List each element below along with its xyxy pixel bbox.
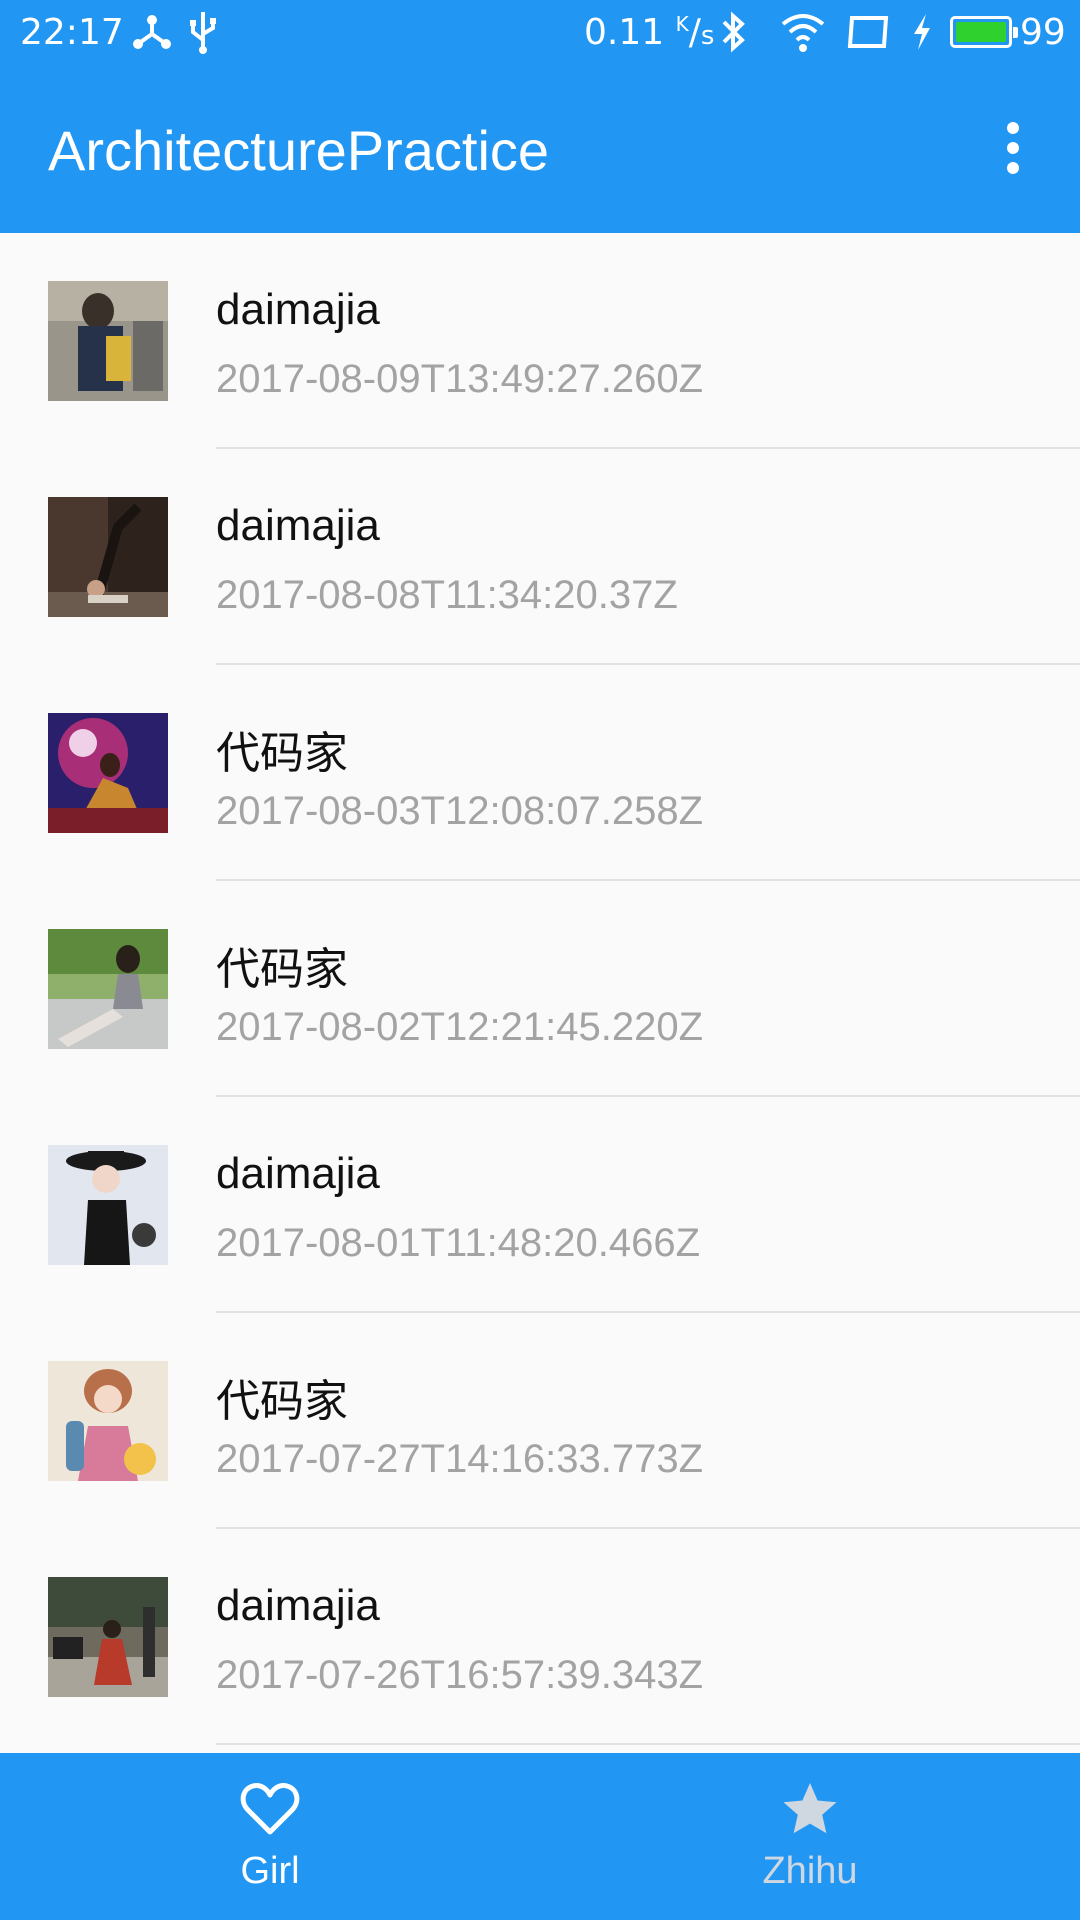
item-date: 2017-08-02T12:21:45.220Z [216, 1005, 704, 1049]
bluetooth-icon [718, 10, 748, 63]
charging-icon [910, 10, 934, 63]
tab-zhihu-label: Zhihu [762, 1850, 858, 1892]
thumbnail-image [48, 713, 168, 833]
tab-girl[interactable]: Girl [0, 1753, 540, 1920]
list-item[interactable]: 代码家 2017-07-27T14:16:33.773Z [0, 1313, 1080, 1529]
star-icon [783, 1783, 837, 1834]
network-speed: 0.11 K/s [584, 12, 715, 53]
divider [216, 1743, 1080, 1745]
item-title: daimajia [216, 1149, 380, 1198]
item-date: 2017-07-27T14:16:33.773Z [216, 1437, 704, 1481]
list-item[interactable]: daimajia 2017-08-09T13:49:27.260Z [0, 233, 1080, 449]
status-time: 22:17 [20, 12, 124, 53]
list-item[interactable]: daimajia 2017-07-26T16:57:39.343Z [0, 1529, 1080, 1745]
list-item[interactable]: daimajia 2017-08-08T11:34:20.37Z [0, 449, 1080, 665]
wifi-icon [780, 10, 826, 63]
thumbnail-image [48, 497, 168, 617]
tab-girl-label: Girl [240, 1850, 300, 1892]
item-title: 代码家 [216, 729, 348, 778]
toolbar: ArchitecturePractice [0, 66, 1080, 233]
thumbnail-image [48, 1145, 168, 1265]
item-date: 2017-08-01T11:48:20.466Z [216, 1221, 701, 1265]
list-item[interactable]: 代码家 2017-08-03T12:08:07.258Z [0, 665, 1080, 881]
battery-icon [950, 16, 1018, 48]
more-vert-icon[interactable] [990, 118, 1038, 178]
list-item[interactable]: daimajia 2017-08-01T11:48:20.466Z [0, 1097, 1080, 1313]
item-date: 2017-07-26T16:57:39.343Z [216, 1653, 704, 1697]
tab-zhihu[interactable]: Zhihu [540, 1753, 1080, 1920]
app-header: 22:17 0.11 K/s 99 ArchitecturePractice [0, 0, 1080, 233]
item-date: 2017-08-03T12:08:07.258Z [216, 789, 704, 833]
list-item[interactable]: 代码家 2017-08-02T12:21:45.220Z [0, 881, 1080, 1097]
usb-tether-icon [132, 10, 172, 63]
item-date: 2017-08-08T11:34:20.37Z [216, 573, 678, 617]
item-title: 代码家 [216, 945, 348, 994]
item-title: daimajia [216, 285, 380, 334]
item-title: 代码家 [216, 1377, 348, 1426]
usb-icon [188, 10, 218, 63]
page-title: ArchitecturePractice [48, 119, 550, 182]
item-date: 2017-08-09T13:49:27.260Z [216, 357, 704, 401]
bottom-navigation: Girl Zhihu [0, 1753, 1080, 1920]
thumbnail-image [48, 1361, 168, 1481]
screen-icon [846, 10, 890, 63]
thumbnail-image [48, 929, 168, 1049]
battery-level: 99 [1020, 12, 1066, 53]
heart-icon [240, 1783, 300, 1835]
status-bar: 22:17 0.11 K/s 99 [0, 0, 1080, 66]
girl-list[interactable]: daimajia 2017-08-09T13:49:27.260Z daimaj… [0, 233, 1080, 1753]
item-title: daimajia [216, 501, 380, 550]
thumbnail-image [48, 1577, 168, 1697]
item-title: daimajia [216, 1581, 380, 1630]
thumbnail-image [48, 281, 168, 401]
